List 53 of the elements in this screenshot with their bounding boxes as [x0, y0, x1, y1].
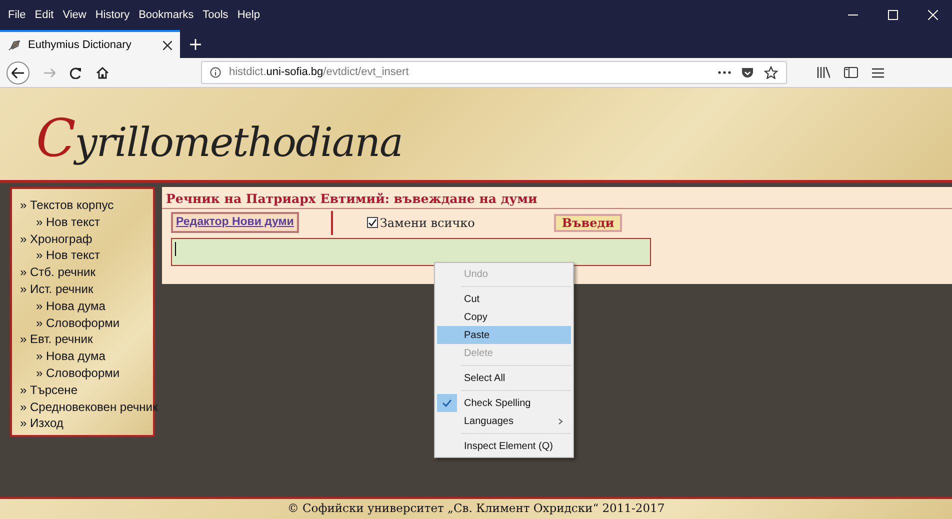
pocket-icon[interactable] [741, 66, 754, 78]
menu-item[interactable]: Bookmarks [138, 6, 194, 24]
menu-item[interactable]: Edit [34, 6, 54, 24]
sidebar-link[interactable]: » Евт. речник [20, 331, 93, 348]
sidebar-link[interactable]: » Нов текст [36, 214, 100, 231]
more-icon[interactable] [718, 71, 731, 74]
menu-item[interactable]: Cut [437, 290, 571, 308]
checkbox[interactable] [366, 217, 378, 228]
menu-item[interactable]: View [62, 6, 86, 24]
text-input[interactable] [171, 238, 651, 266]
sidebar-link[interactable]: » Хронограф [20, 230, 92, 248]
copyright-text: © Софийски университет „Св. Климент Охридски“ 2011-2017 [287, 500, 665, 518]
menu-item[interactable]: Tools [202, 6, 228, 24]
checkbox-label: Замени всичко [380, 214, 475, 232]
maximize-icon[interactable] [888, 10, 898, 20]
sidebar-link[interactable]: » Нова дума [36, 348, 106, 365]
sidebar-link[interactable]: » Нов текст [36, 247, 100, 264]
menu-item[interactable]: Languages [437, 412, 571, 430]
menu-icon[interactable] [872, 68, 884, 78]
sidebar-link[interactable]: » Изход [20, 415, 64, 432]
info-icon[interactable] [210, 67, 221, 78]
sidebar-link[interactable]: » Текстов корпус [20, 197, 114, 214]
home-icon[interactable] [96, 66, 109, 78]
library-icon[interactable] [817, 67, 830, 78]
sidebar-link[interactable]: » Стб. речник [20, 264, 96, 281]
reload-icon[interactable] [70, 66, 82, 78]
menu-item[interactable]: Copy [437, 308, 571, 326]
sidebar-icon[interactable] [844, 67, 858, 78]
address-bar[interactable]: histdict.uni-sofia.bg/evtdict/evt_insert [201, 61, 787, 84]
menu-item[interactable]: Help [237, 6, 260, 24]
close-icon[interactable] [163, 40, 172, 50]
submit-button[interactable]: Въведи [554, 214, 622, 232]
menu-item[interactable]: File [8, 6, 26, 24]
sidebar-link[interactable]: » Ист. речник [20, 280, 94, 298]
sidebar-link[interactable]: » Нова дума [36, 298, 106, 315]
sidebar-link[interactable]: » Търсене [20, 382, 78, 399]
menu-item[interactable]: Select All [437, 369, 571, 387]
menu-item[interactable]: Paste [437, 326, 571, 344]
url-text: histdict.uni-sofia.bg/evtdict/evt_insert [229, 65, 409, 80]
sidebar-link[interactable]: » Словоформи [36, 314, 120, 332]
browser-tab[interactable]: Euthymius Dictionary [0, 30, 180, 58]
sidebar-link[interactable]: » Словоформи [36, 364, 120, 382]
menu-item[interactable]: Inspect Element (Q) [437, 437, 571, 455]
site-logo: Cyrillomethodiana [36, 108, 402, 171]
menu-item[interactable]: History [95, 6, 130, 24]
feather-icon [8, 39, 22, 51]
panel-title: Речник на Патриарх Евтимий: въвеждане на думи [162, 187, 952, 209]
star-icon[interactable] [764, 66, 778, 79]
new-tab-icon[interactable] [190, 38, 201, 50]
editor-link[interactable]: Редактор Нови думи [171, 212, 299, 234]
chevron-icon [558, 418, 563, 424]
back-icon[interactable] [6, 60, 30, 84]
menu-item[interactable]: Check Spelling [437, 394, 571, 412]
